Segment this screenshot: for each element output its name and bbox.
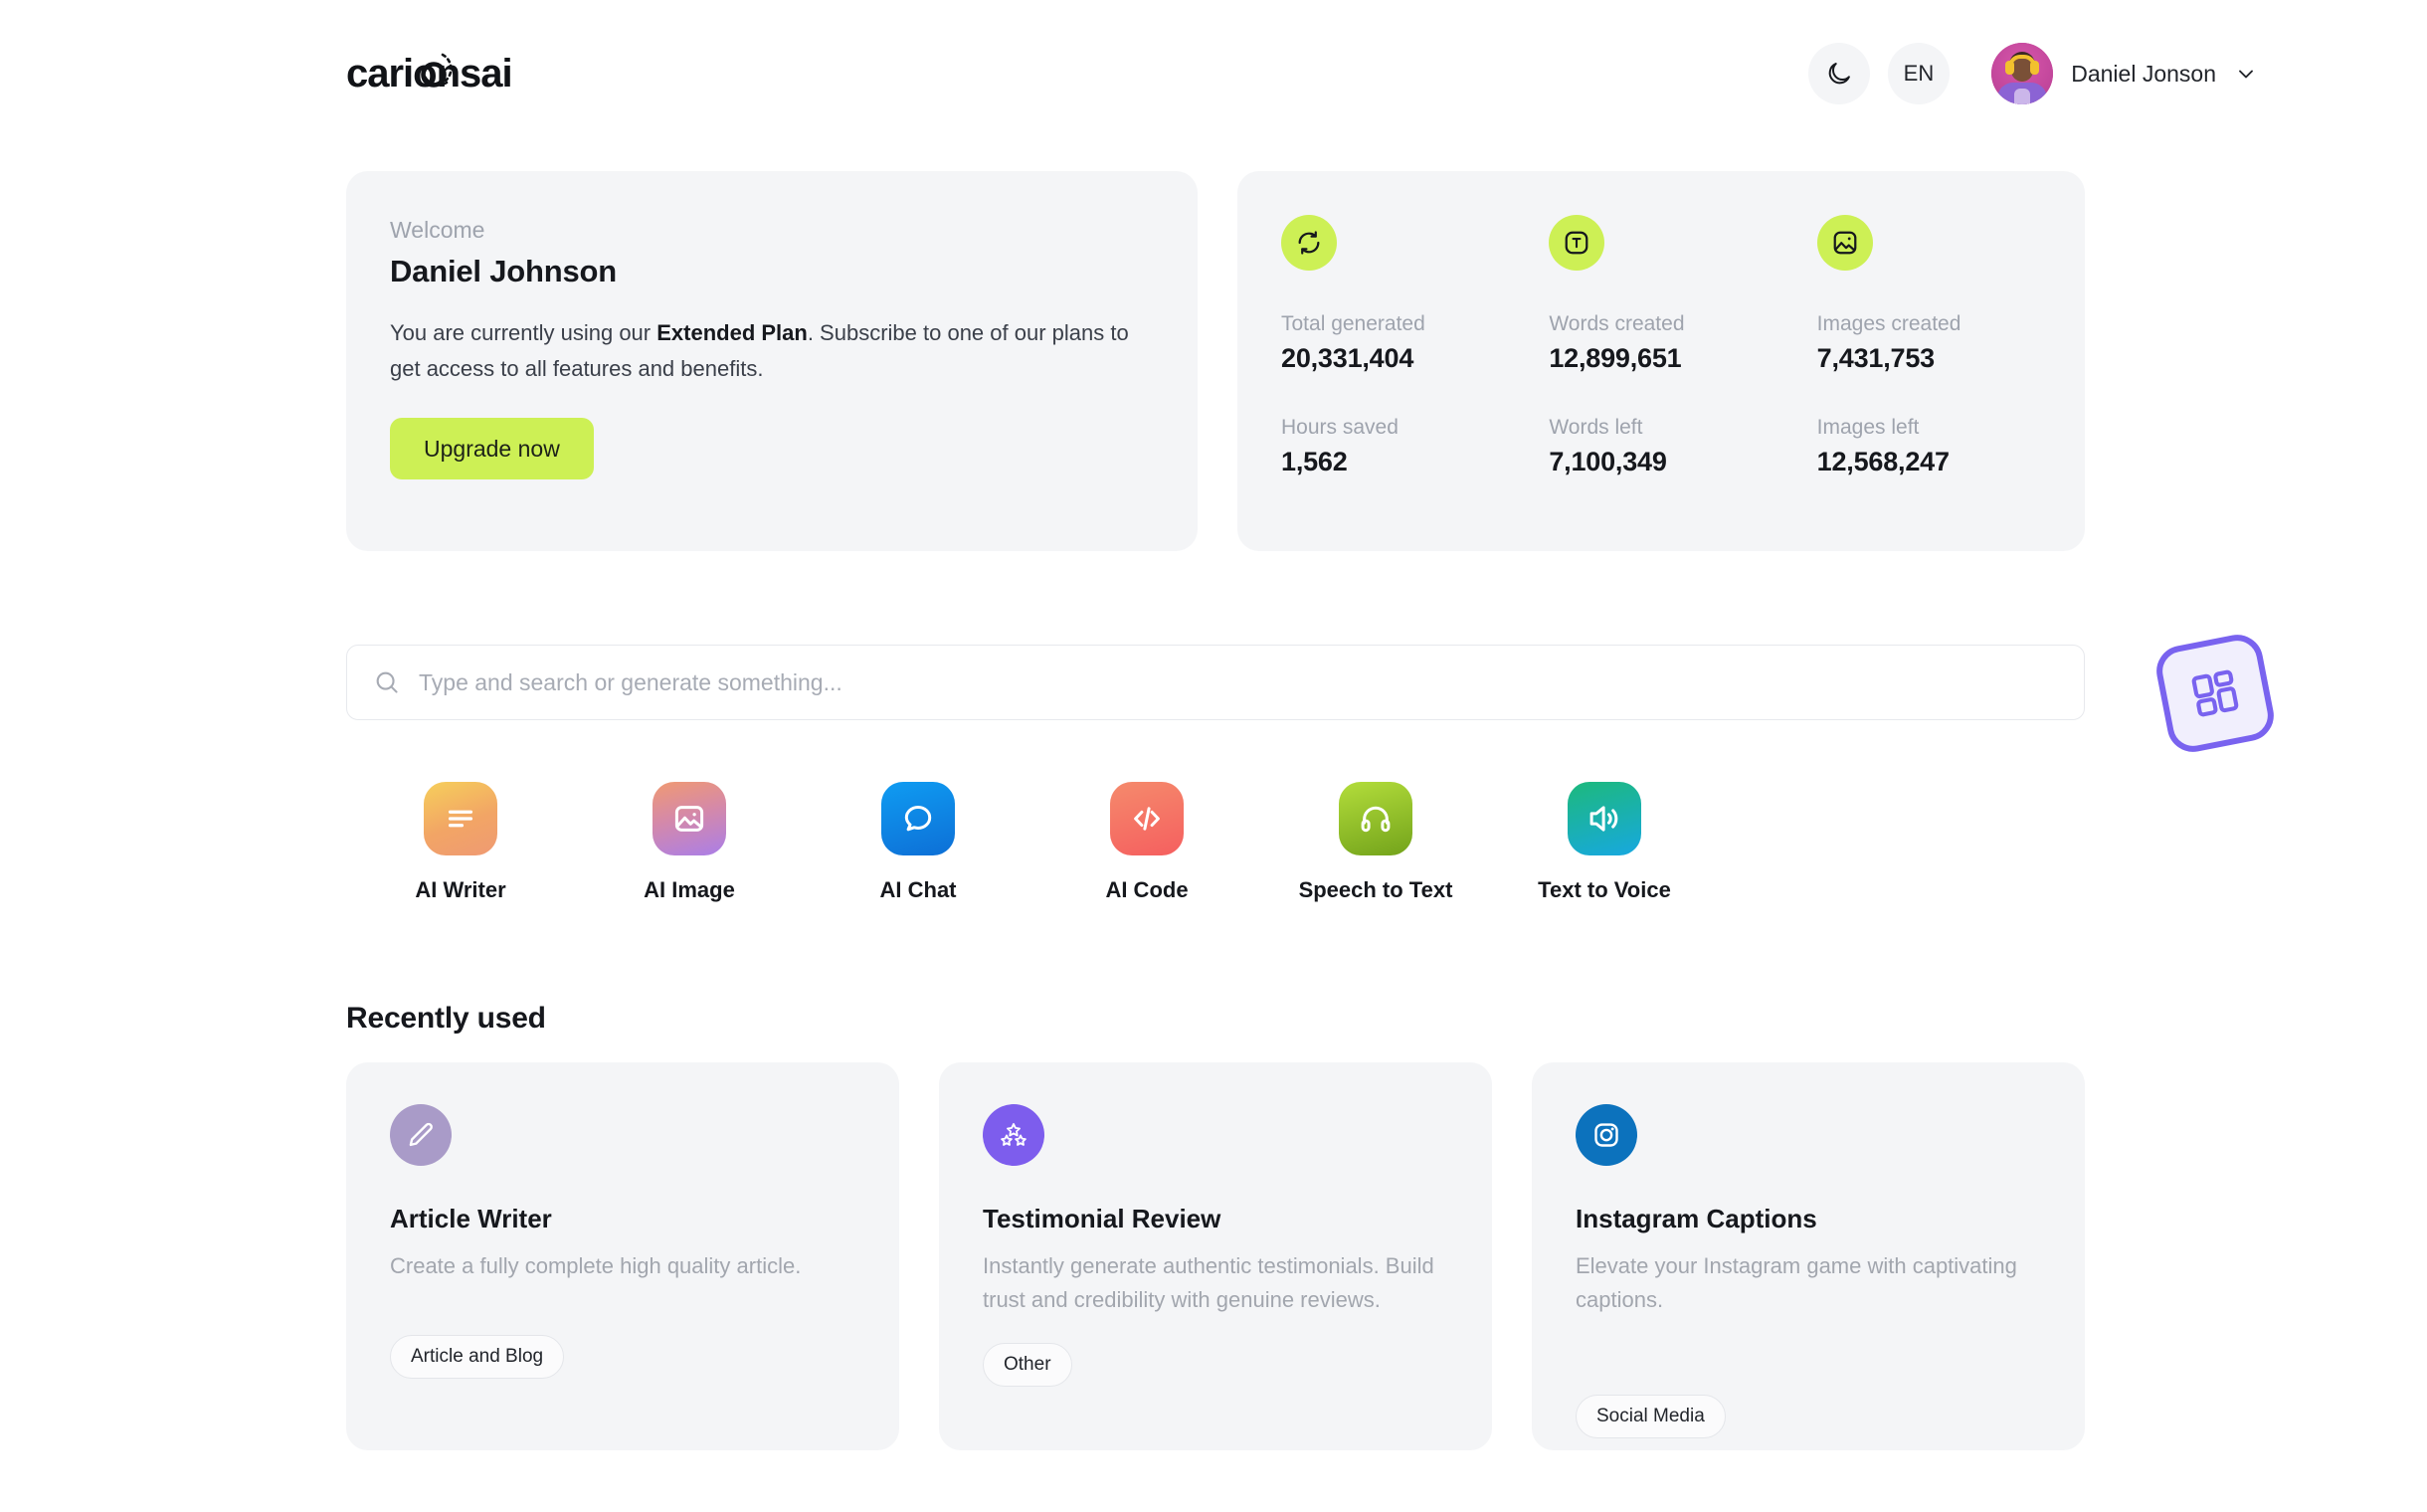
recent-card-tag[interactable]: Social Media — [1576, 1395, 1726, 1439]
tool-ai-chat[interactable]: AI Chat — [804, 782, 1032, 903]
app-header: carionsai EN Daniel Jonson — [0, 0, 2427, 147]
tool-ai-image[interactable]: AI Image — [575, 782, 804, 903]
recent-card-description: Elevate your Instagram game with captiva… — [1576, 1253, 2017, 1313]
recent-card-article-writer[interactable]: Article Writer Create a fully complete h… — [346, 1062, 899, 1450]
recent-card-title: Instagram Captions — [1576, 1204, 1817, 1233]
recent-card-title: Article Writer — [390, 1204, 552, 1233]
image-icon — [1816, 215, 1873, 271]
tool-ai-writer[interactable]: AI Writer — [346, 782, 575, 903]
recent-card-tag[interactable]: Other — [983, 1343, 1072, 1388]
tool-text-to-voice[interactable]: Text to Voice — [1490, 782, 1719, 903]
pencil-icon — [390, 1104, 452, 1166]
language-selector-button[interactable]: EN — [1887, 43, 1951, 104]
tool-speech-to-text[interactable]: Speech to Text — [1261, 782, 1490, 903]
recent-card-testimonial-review[interactable]: Testimonial Review Instantly generate au… — [939, 1062, 1492, 1450]
tool-label: AI Chat — [879, 877, 957, 902]
welcome-description: You are currently using our Extended Pla… — [390, 315, 1146, 386]
welcome-desc-before: You are currently using our — [390, 320, 657, 345]
stat-label: Hours saved — [1281, 416, 1399, 439]
brand-logo[interactable]: carionsai — [346, 47, 531, 100]
headphones-icon — [1339, 782, 1412, 855]
stat-column-images-created: Images created 7,431,753 Images left 12,… — [1816, 215, 2085, 551]
tool-label: AI Code — [1105, 877, 1189, 902]
search-box[interactable] — [346, 645, 2085, 720]
instagram-icon — [1576, 1104, 1637, 1166]
tool-label: AI Image — [644, 877, 735, 902]
search-icon — [376, 671, 398, 693]
stat-value: 7,431,753 — [1816, 343, 1936, 373]
plan-name: Extended Plan — [656, 320, 808, 345]
recent-card-description: Create a fully complete high quality art… — [390, 1253, 802, 1278]
stat-value: 12,899,651 — [1549, 343, 1682, 373]
welcome-card: Welcome Daniel Johnson You are currently… — [346, 171, 1198, 551]
upgrade-now-button[interactable]: Upgrade now — [390, 418, 594, 480]
stat-label: Total generated — [1281, 312, 1425, 335]
refresh-icon — [1281, 215, 1337, 271]
text-lines-icon — [424, 782, 497, 855]
recent-card-title: Testimonial Review — [983, 1204, 1221, 1233]
speaker-icon — [1568, 782, 1641, 855]
tool-label: Text to Voice — [1538, 877, 1671, 902]
recent-card-description: Instantly generate authentic testimonial… — [983, 1253, 1434, 1313]
dashboard-grid-button[interactable] — [2151, 630, 2279, 757]
stat-label: Words created — [1549, 312, 1685, 335]
code-brackets-icon — [1110, 782, 1184, 855]
top-cards-row: Welcome Daniel Johnson You are currently… — [346, 171, 2085, 551]
theme-toggle-button[interactable] — [1807, 43, 1870, 104]
recent-card-instagram-captions[interactable]: Instagram Captions Elevate your Instagra… — [1532, 1062, 2085, 1450]
search-section — [346, 645, 2085, 720]
recently-used-row: Article Writer Create a fully complete h… — [346, 1062, 2085, 1450]
text-box-icon — [1549, 215, 1605, 271]
dashboard-grid-icon — [2191, 669, 2239, 717]
moon-icon — [1828, 63, 1850, 85]
user-name: Daniel Jonson — [2071, 60, 2216, 87]
stat-label: Images left — [1816, 416, 1920, 439]
image-icon — [653, 782, 726, 855]
stat-value: 7,100,349 — [1549, 447, 1667, 476]
search-input[interactable] — [419, 668, 2058, 696]
stats-card: Total generated 20,331,404 Hours saved 1… — [1237, 171, 2085, 551]
stat-value: 1,562 — [1281, 447, 1348, 476]
chevron-down-icon[interactable] — [2234, 62, 2258, 86]
tool-label: AI Writer — [415, 877, 506, 902]
chat-bubble-icon — [881, 782, 955, 855]
stat-label: Images created — [1816, 312, 1961, 335]
welcome-user-name: Daniel Johnson — [390, 254, 618, 288]
recently-used-title: Recently used — [346, 1002, 546, 1035]
svg-text:carionsai: carionsai — [346, 52, 512, 95]
stat-column-words-created: Words created 12,899,651 Words left 7,10… — [1549, 215, 1816, 551]
tool-ai-code[interactable]: AI Code — [1032, 782, 1261, 903]
stat-label: Words left — [1549, 416, 1643, 439]
tools-row: AI Writer AI Image AI Chat AI Code Speec… — [346, 782, 1838, 903]
header-actions: EN Daniel Jonson — [1807, 43, 2258, 104]
stat-column-total-generated: Total generated 20,331,404 Hours saved 1… — [1281, 215, 1549, 551]
recent-card-tag[interactable]: Article and Blog — [390, 1335, 565, 1380]
stat-value: 20,331,404 — [1281, 343, 1414, 373]
stars-icon — [983, 1104, 1044, 1166]
dashboard-page: carionsai EN Daniel Jonson Welcome Danie… — [0, 0, 2427, 1512]
avatar — [1991, 43, 2054, 104]
tool-label: Speech to Text — [1298, 877, 1453, 902]
stat-value: 12,568,247 — [1816, 447, 1950, 476]
user-menu[interactable]: Daniel Jonson — [1991, 43, 2258, 104]
welcome-label: Welcome — [390, 217, 485, 243]
